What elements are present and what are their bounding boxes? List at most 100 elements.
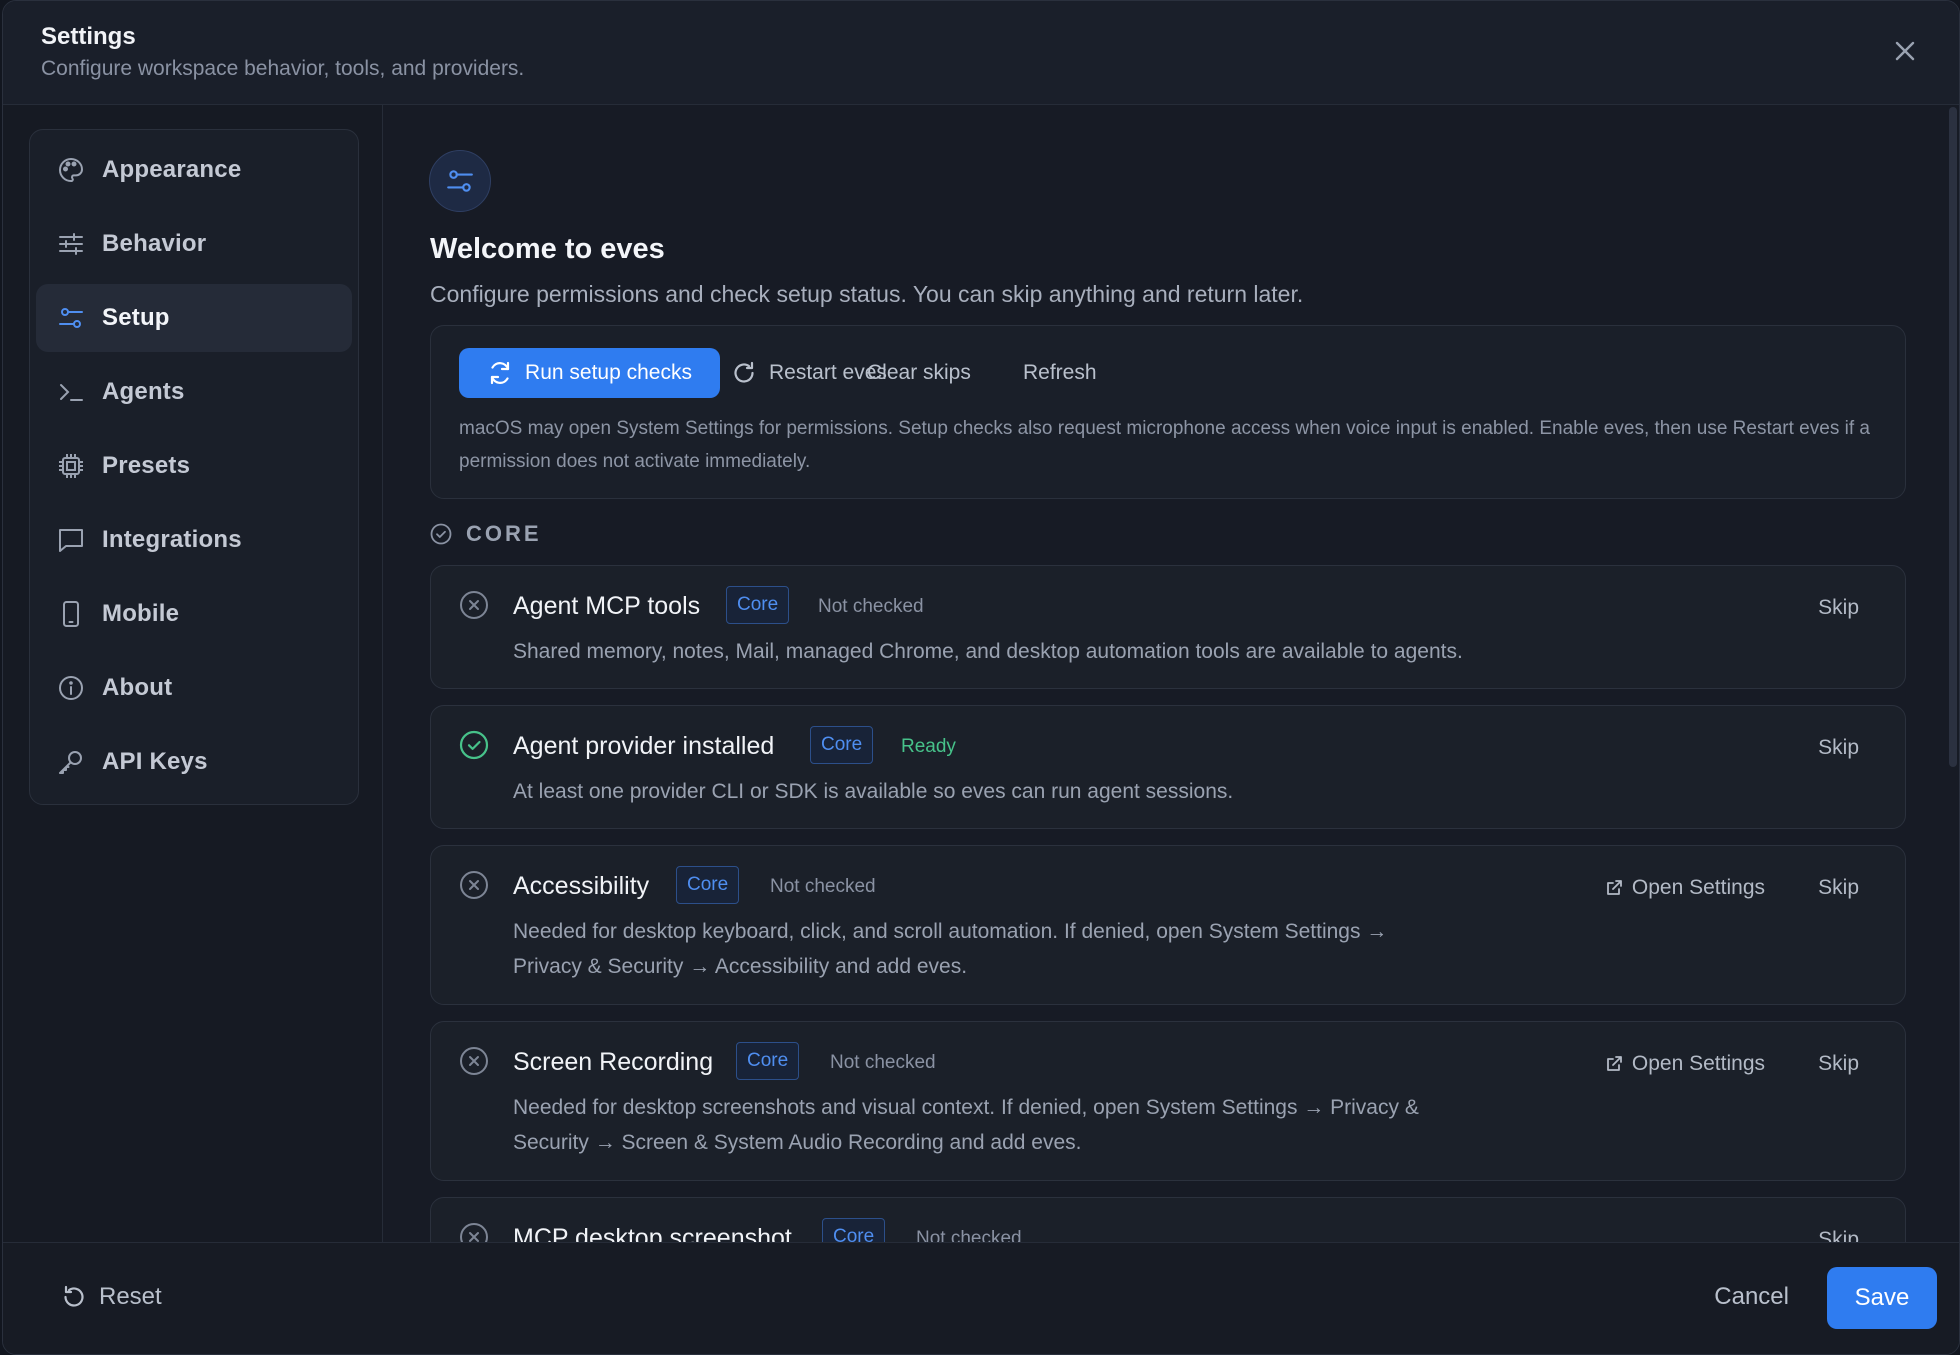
run-setup-checks-label: Run setup checks (525, 361, 692, 384)
skip-button[interactable]: Skip (1818, 1052, 1859, 1076)
dialog-footer: Reset Cancel Save (3, 1242, 1959, 1354)
check-card-accessibility: Accessibility Core Not checked Needed fo… (430, 845, 1906, 1005)
check-circle-icon (459, 730, 489, 760)
core-badge: Core (810, 726, 874, 764)
sidebar-nav: Appearance Behavior Setup Agents Presets… (29, 129, 359, 805)
skip-button[interactable]: Skip (1818, 876, 1859, 900)
open-settings-label: Open Settings (1631, 1052, 1765, 1075)
status-text: Not checked (770, 876, 876, 897)
dialog-header: Settings Configure workspace behavior, t… (3, 1, 1959, 105)
sidebar-item-label: Presets (102, 452, 191, 479)
external-link-icon (1607, 880, 1622, 895)
refresh-icon (490, 361, 510, 385)
check-description-line: Security → Screen & System Audio Recordi… (513, 1131, 1082, 1154)
x-circle-icon (460, 591, 488, 619)
save-button[interactable]: Save (1827, 1267, 1937, 1329)
section-core-header: CORE (430, 521, 542, 547)
skip-button[interactable]: Skip (1818, 1228, 1859, 1242)
check-description: At least one provider CLI or SDK is avai… (513, 780, 1234, 803)
sidebar-item-appearance[interactable]: Appearance (36, 136, 352, 204)
key-icon (56, 747, 86, 777)
check-title: Accessibility (513, 872, 650, 900)
sidebar-item-label: Agents (102, 378, 185, 405)
chip-icon (56, 451, 86, 481)
skip-button[interactable]: Skip (1818, 596, 1859, 620)
check-description-line: Needed for desktop screenshots and visua… (513, 1096, 1419, 1119)
skip-button[interactable]: Skip (1818, 736, 1859, 760)
sidebar-item-label: Behavior (102, 230, 207, 257)
open-settings-button[interactable]: Open Settings (1604, 876, 1765, 900)
x-circle-icon (460, 1223, 488, 1242)
check-description-line: Privacy & Security → Accessibility and a… (513, 955, 968, 978)
scrollbar[interactable] (1949, 107, 1957, 767)
sidebar-item-label: About (102, 674, 173, 701)
restart-eves-button[interactable]: Restart eves (731, 348, 887, 398)
setup-panel: Welcome to eves Configure permissions an… (384, 105, 1959, 1242)
check-description: Needed for desktop screenshots and visua… (513, 1090, 1419, 1160)
palette-icon (56, 155, 86, 185)
sidebar-item-label: Setup (102, 304, 170, 331)
phone-icon (56, 599, 86, 629)
info-icon (56, 673, 86, 703)
run-setup-checks-button[interactable]: Run setup checks (459, 348, 720, 398)
core-badge: Core (676, 866, 740, 904)
close-button[interactable] (1891, 37, 1919, 65)
setup-hero-icon (429, 150, 491, 212)
status-text: Ready (901, 736, 956, 757)
sidebar-item-behavior[interactable]: Behavior (36, 210, 352, 278)
check-description: Needed for desktop keyboard, click, and … (513, 914, 1387, 984)
status-text: Not checked (818, 596, 924, 617)
section-label: CORE (466, 521, 542, 546)
setup-actions-box: Run setup checks Restart eves Clear skip… (430, 325, 1906, 499)
sidebar-item-integrations[interactable]: Integrations (36, 506, 352, 574)
reset-label: Reset (99, 1283, 162, 1310)
clear-skips-button[interactable]: Clear skips (867, 348, 971, 398)
dialog-title: Settings (41, 23, 136, 50)
core-badge: Core (736, 1042, 800, 1080)
x-circle-icon (460, 871, 488, 899)
open-settings-label: Open Settings (1631, 876, 1765, 899)
page-subtitle: Configure permissions and check setup st… (430, 281, 1304, 307)
check-title: Agent MCP tools (513, 592, 701, 620)
check-card-screen-recording: Screen Recording Core Not checked Needed… (430, 1021, 1906, 1181)
settings-dialog: Settings Configure workspace behavior, t… (2, 0, 1960, 1355)
sidebar-item-label: Mobile (102, 600, 180, 627)
restart-icon (734, 361, 754, 383)
page-title: Welcome to eves (430, 233, 665, 265)
sidebar-item-label: Integrations (102, 526, 242, 553)
check-description-line: Needed for desktop keyboard, click, and … (513, 920, 1388, 943)
sidebar-item-label: Appearance (102, 156, 242, 183)
permissions-note: macOS may open System Settings for permi… (459, 418, 1870, 472)
core-badge: Core (726, 586, 790, 624)
sliders-icon (56, 229, 86, 259)
open-settings-button[interactable]: Open Settings (1604, 1052, 1765, 1076)
setup-sliders-icon (56, 303, 86, 333)
check-title: Agent provider installed (513, 732, 775, 760)
check-circle-icon (430, 523, 452, 545)
cancel-button[interactable]: Cancel (1714, 1283, 1789, 1311)
clear-skips-label: Clear skips (867, 361, 971, 384)
sidebar-item-mobile[interactable]: Mobile (36, 580, 352, 648)
check-description: Shared memory, notes, Mail, managed Chro… (513, 640, 1463, 663)
sidebar-item-about[interactable]: About (36, 654, 352, 722)
sidebar-item-label: API Keys (102, 748, 208, 775)
sidebar-area: Appearance Behavior Setup Agents Presets… (3, 105, 383, 1242)
reset-icon (64, 1285, 84, 1307)
sidebar-item-presets[interactable]: Presets (36, 432, 352, 500)
check-card-agent-provider-installed: Agent provider installed Core Ready At l… (430, 705, 1906, 829)
close-icon (1895, 41, 1915, 61)
check-card-agent-mcp-tools: Agent MCP tools Core Not checked Shared … (430, 565, 1906, 689)
sidebar-item-setup[interactable]: Setup (36, 284, 352, 352)
check-card-mcp-desktop-screenshot: MCP desktop screenshot Core Not checked … (430, 1197, 1906, 1242)
chat-icon (56, 525, 86, 555)
sidebar-item-api-keys[interactable]: API Keys (36, 728, 352, 796)
external-link-icon (1607, 1056, 1622, 1071)
core-badge: Core (822, 1218, 886, 1242)
refresh-button[interactable]: Refresh (1023, 348, 1097, 398)
status-text: Not checked (916, 1228, 1022, 1242)
dialog-subtitle: Configure workspace behavior, tools, and… (41, 57, 525, 80)
sidebar-item-agents[interactable]: Agents (36, 358, 352, 426)
status-text: Not checked (830, 1052, 936, 1073)
terminal-icon (56, 377, 86, 407)
reset-button[interactable]: Reset (61, 1283, 162, 1311)
